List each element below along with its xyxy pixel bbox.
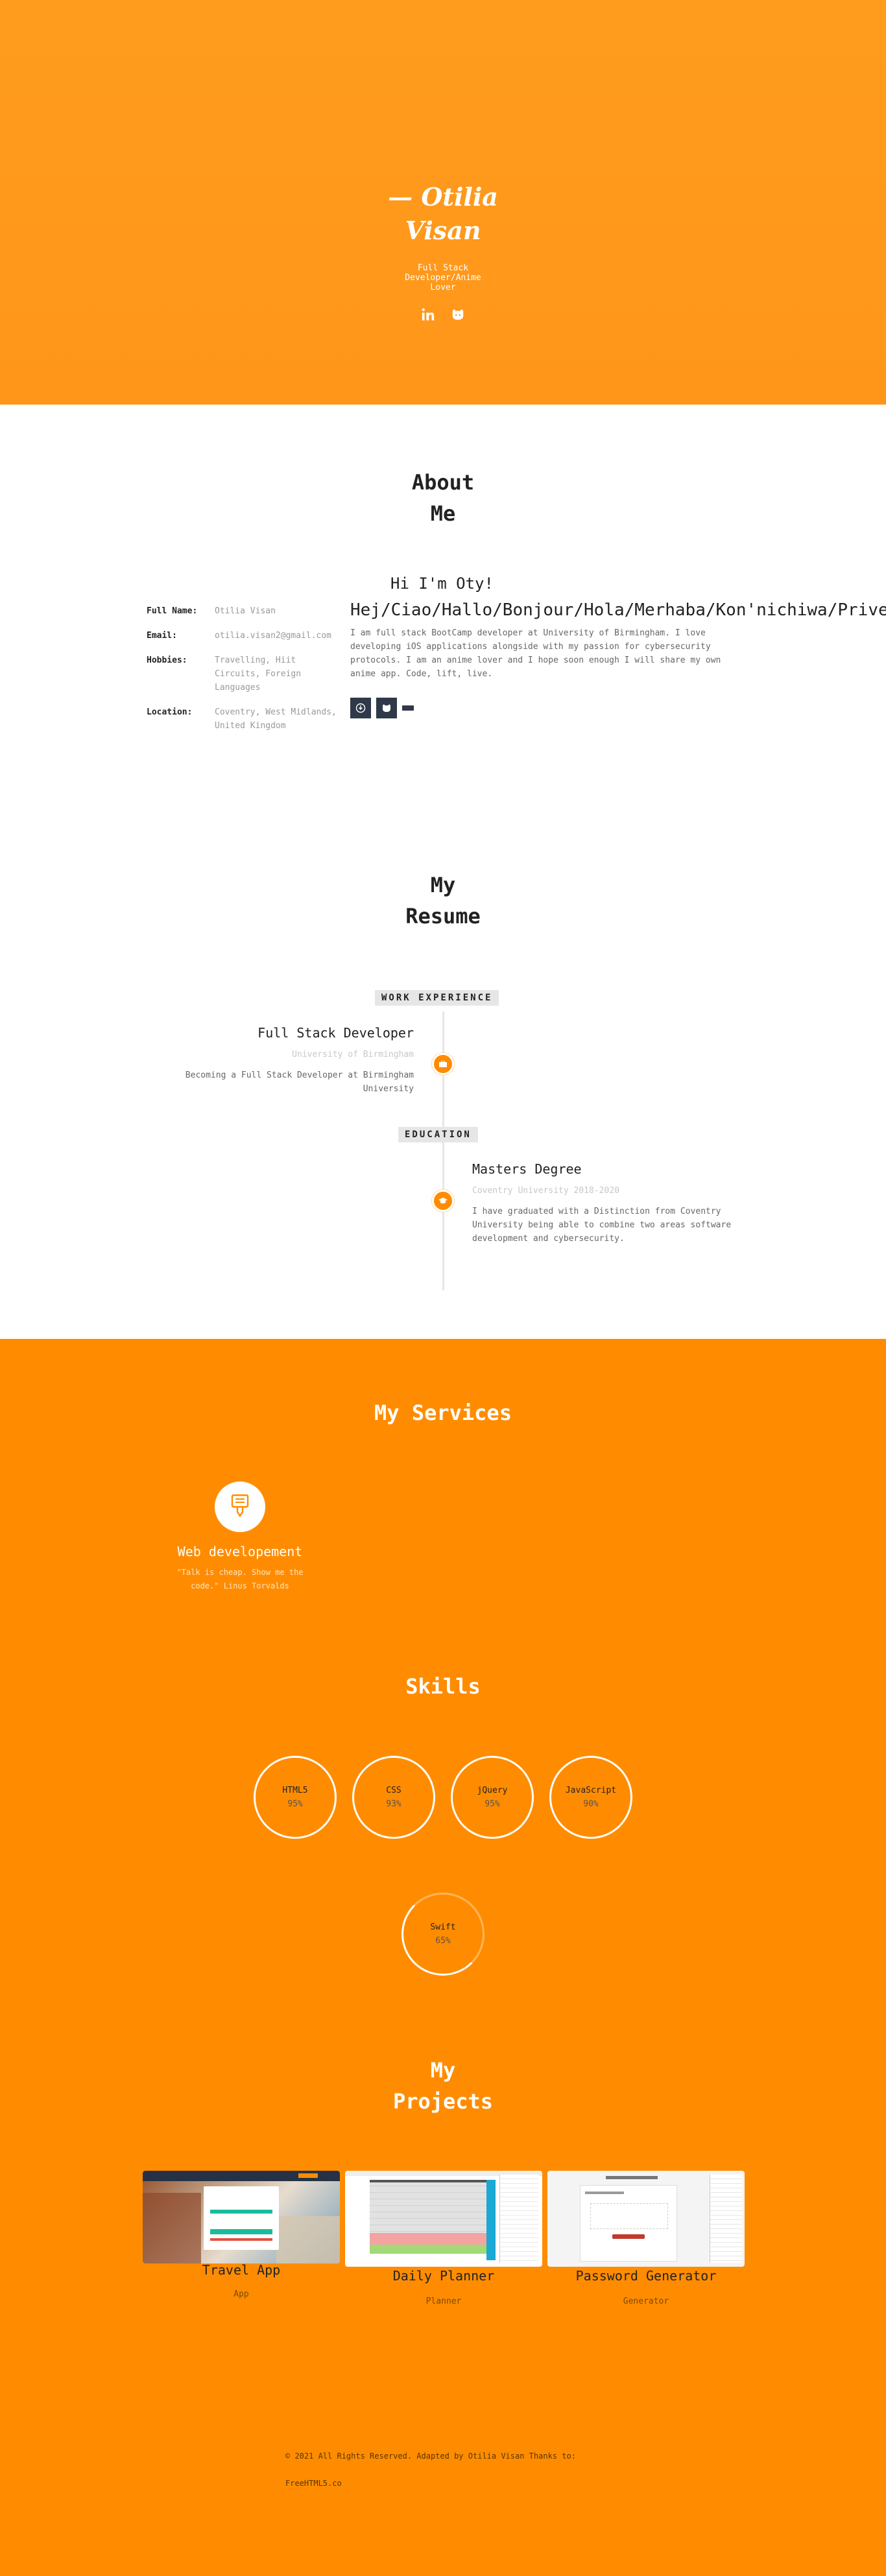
bio: Hi I'm Oty! Hej/Ciao/Hallo/Bonjour/Hola/… <box>350 574 886 718</box>
info-row-email: Email: otilia.visan2@gmail.com <box>147 629 341 643</box>
project-travel-app[interactable]: Travel App App <box>143 2171 340 2299</box>
info-label: Full Name: <box>147 606 198 616</box>
hero-content: — Otilia Visan Full Stack Developer/Anim… <box>0 180 886 322</box>
linkedin-icon[interactable] <box>420 307 436 322</box>
info-label: Hobbies: <box>147 656 187 665</box>
project-category: App <box>233 2289 249 2299</box>
skill-percent: 90% <box>583 1799 599 1809</box>
name-first-text: Otilia <box>421 182 498 211</box>
projects-title-line2: Projects <box>392 2089 494 2114</box>
resume-section: My Resume WORK EXPERIENCE Full Stack Dev… <box>0 833 886 1339</box>
work-experience-badge: WORK EXPERIENCE <box>375 990 499 1006</box>
education-org: Coventry University 2018-2020 <box>472 1186 619 1196</box>
resume-title-line1: My <box>430 873 456 897</box>
about-title-line2: Me <box>430 501 456 526</box>
graduation-cap-icon <box>432 1190 454 1212</box>
github-icon[interactable] <box>450 307 466 322</box>
service-web-development: Web developement "Talk is cheap. Show me… <box>175 1482 305 1593</box>
project-name: Password Generator <box>575 2268 717 2284</box>
skills-title: Skills <box>405 1674 481 1699</box>
name-first: — Otilia <box>388 182 498 211</box>
hero-section: — Otilia Visan Full Stack Developer/Anim… <box>0 0 886 405</box>
info-label: Email: <box>147 631 177 641</box>
skill-name: JavaScript <box>565 1786 617 1795</box>
orange-section: My Services Web developement "Talk is ch… <box>0 1339 886 2576</box>
project-category: Planner <box>425 2297 462 2306</box>
bio-greeting: Hi I'm Oty! <box>390 574 494 593</box>
info-row-hobbies: Hobbies: Travelling, Hiit Circuits, Fore… <box>147 654 341 694</box>
about-title-line1: About <box>411 470 475 495</box>
education-item: Masters Degree Coventry University 2018-… <box>472 1161 745 1246</box>
service-quote: "Talk is cheap. Show me the code." Linus… <box>176 1568 304 1590</box>
skill-percent: 93% <box>386 1799 401 1809</box>
info-table: Full Name: Otilia Visan Email: otilia.vi… <box>147 604 341 744</box>
education-desc: I have graduated with a Distinction from… <box>472 1207 732 1244</box>
project-name: Daily Planner <box>392 2268 495 2284</box>
project-category: Generator <box>623 2297 669 2306</box>
about-title: About Me <box>0 467 886 529</box>
name-last: Visan <box>405 216 481 245</box>
info-row-location: Location: Coventry, West Midlands, Unite… <box>147 705 341 733</box>
bar-icon[interactable] <box>402 705 414 711</box>
skill-css: CSS 93% <box>352 1756 435 1839</box>
service-name: Web developement <box>177 1544 303 1559</box>
work-item: Full Stack Developer University of Birmi… <box>167 1025 414 1096</box>
project-password-generator[interactable]: Password Generator Generator <box>547 2171 745 2306</box>
info-value: Otilia Visan <box>215 606 276 616</box>
project-daily-planner[interactable]: Daily Planner Planner <box>345 2171 542 2306</box>
skill-name: CSS <box>386 1786 401 1795</box>
skill-jquery: jQuery 95% <box>451 1756 534 1839</box>
resume-title: My Resume <box>0 869 886 932</box>
about-section: About Me Full Name: Otilia Visan Email: … <box>0 405 886 833</box>
footer-link[interactable]: FreeHTML5.co <box>285 2477 576 2490</box>
info-label: Location: <box>147 707 193 717</box>
skill-name: Swift <box>430 1922 456 1932</box>
bio-languages: Hej/Ciao/Hallo/Bonjour/Hola/Merhaba/Kon'… <box>350 600 886 620</box>
skill-percent: 95% <box>485 1799 500 1809</box>
project-thumbnail <box>143 2171 340 2263</box>
work-title: Full Stack Developer <box>257 1025 414 1041</box>
services-title: My Services <box>374 1400 512 1425</box>
resume-title-line2: Resume <box>405 904 481 928</box>
bio-icons <box>350 698 869 718</box>
github-icon[interactable] <box>376 698 397 718</box>
footer-copyright: © 2021 All Rights Reserved. Adapted by O… <box>285 2452 576 2461</box>
skill-html5: HTML5 95% <box>254 1756 337 1839</box>
info-value: otilia.visan2@gmail.com <box>215 631 332 641</box>
bio-description: I am full stack BootCamp developer at Un… <box>350 628 721 679</box>
skill-percent: 65% <box>435 1936 451 1946</box>
project-thumbnail <box>547 2171 745 2267</box>
project-name: Travel App <box>202 2262 281 2278</box>
work-org: University of Birmingham <box>292 1050 414 1059</box>
education-badge: EDUCATION <box>398 1127 478 1142</box>
social-links <box>0 307 886 322</box>
skill-name: HTML5 <box>282 1786 308 1795</box>
info-row-name: Full Name: Otilia Visan <box>147 604 341 618</box>
projects-title-line1: My <box>430 2058 456 2083</box>
info-value: Coventry, West Midlands, United Kingdom <box>215 707 337 731</box>
project-thumbnail <box>345 2171 542 2267</box>
hero-subtitle: Full Stack Developer/Anime Lover <box>405 263 481 292</box>
skill-javascript: JavaScript 90% <box>549 1756 632 1839</box>
projects-title: My Projects <box>0 2055 886 2117</box>
signature-name: — Otilia Visan <box>0 180 886 248</box>
download-icon[interactable] <box>350 698 371 718</box>
footer: © 2021 All Rights Reserved. Adapted by O… <box>285 2450 576 2490</box>
info-value: Travelling, Hiit Circuits, Foreign Langu… <box>215 656 302 692</box>
skill-name: jQuery <box>477 1786 508 1795</box>
work-desc: Becoming a Full Stack Developer at Birmi… <box>185 1070 414 1094</box>
paintbrush-icon <box>215 1482 265 1532</box>
briefcase-icon <box>432 1053 454 1075</box>
skill-percent: 95% <box>287 1799 303 1809</box>
skill-swift: Swift 65% <box>401 1893 485 1976</box>
education-title: Masters Degree <box>472 1161 582 1177</box>
